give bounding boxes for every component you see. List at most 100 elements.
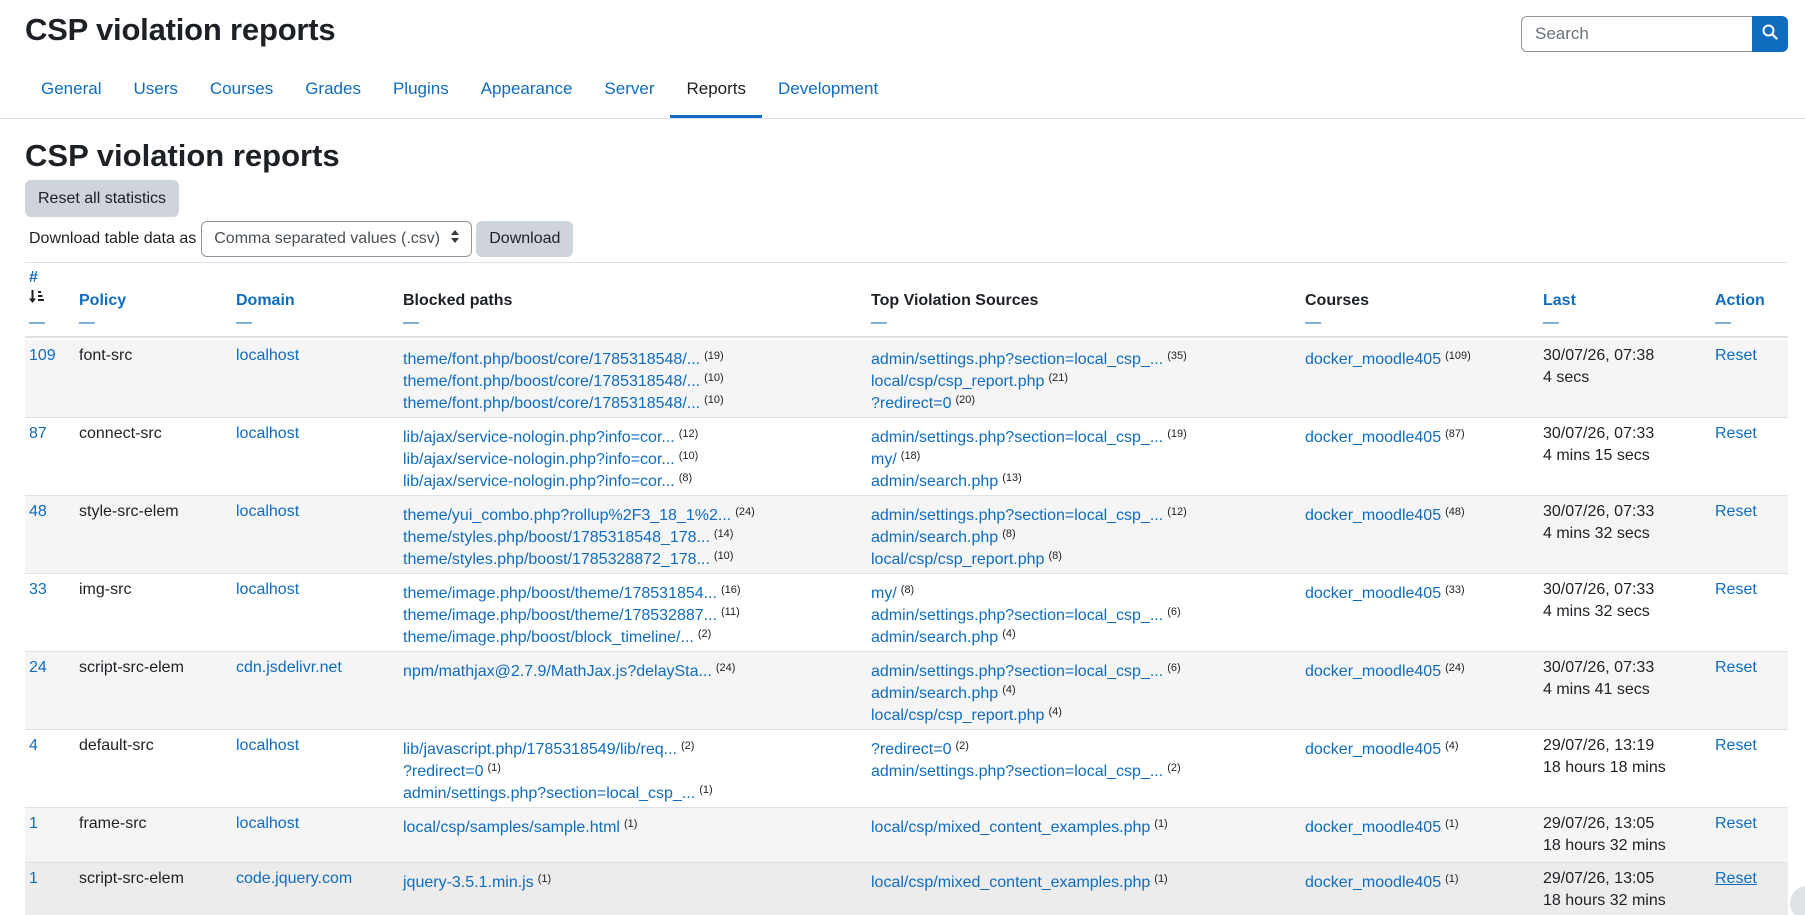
last-sort-link[interactable]: Last [1543, 292, 1576, 310]
blocked-path-link[interactable]: jquery-3.5.1.min.js [403, 874, 534, 891]
domain-link[interactable]: localhost [236, 581, 299, 598]
sort-descending-icon[interactable] [29, 290, 45, 309]
tab-reports[interactable]: Reports [670, 65, 762, 118]
domain-link[interactable]: localhost [236, 737, 299, 754]
tab-users[interactable]: Users [117, 65, 193, 118]
collapse-count-column[interactable]: — [29, 314, 45, 332]
search-button[interactable] [1752, 16, 1788, 52]
collapse-last-column[interactable]: — [1543, 314, 1559, 332]
reset-button[interactable]: Reset [1715, 503, 1757, 520]
action-sort-link[interactable]: Action [1715, 292, 1765, 310]
blocked-path-link[interactable]: ?redirect=0 [403, 763, 484, 780]
reset-button[interactable]: Reset [1715, 581, 1757, 598]
domain-link[interactable]: localhost [236, 815, 299, 832]
collapse-sources-column[interactable]: — [871, 314, 887, 332]
course-link[interactable]: docker_moodle405 [1305, 351, 1441, 368]
violation-count-link[interactable]: 87 [29, 425, 47, 442]
blocked-path-link[interactable]: theme/font.php/boost/core/1785318548/... [403, 395, 700, 412]
blocked-path-link[interactable]: admin/settings.php?section=local_csp_... [403, 785, 695, 802]
tab-development[interactable]: Development [762, 65, 894, 118]
violation-count-link[interactable]: 1 [29, 815, 38, 832]
collapse-courses-column[interactable]: — [1305, 314, 1321, 332]
violation-count-link[interactable]: 109 [29, 347, 56, 364]
violation-source-link[interactable]: admin/settings.php?section=local_csp_... [871, 763, 1163, 780]
tab-grades[interactable]: Grades [289, 65, 377, 118]
search-input[interactable] [1521, 16, 1752, 52]
violation-source-link[interactable]: admin/search.php [871, 685, 998, 702]
reset-button[interactable]: Reset [1715, 659, 1757, 676]
collapse-blocked-paths-column[interactable]: — [403, 314, 419, 332]
course-link[interactable]: docker_moodle405 [1305, 507, 1441, 524]
blocked-path-link[interactable]: local/csp/samples/sample.html [403, 819, 620, 836]
blocked-path-link[interactable]: theme/font.php/boost/core/1785318548/... [403, 351, 700, 368]
violation-source-link[interactable]: local/csp/mixed_content_examples.php [871, 819, 1150, 836]
violation-count-link[interactable]: 1 [29, 870, 38, 887]
violation-source-link[interactable]: my/ [871, 585, 897, 602]
blocked-path-link[interactable]: lib/javascript.php/1785318549/lib/req... [403, 741, 677, 758]
course-link[interactable]: docker_moodle405 [1305, 663, 1441, 680]
blocked-path-link[interactable]: theme/styles.php/boost/1785328872_178... [403, 551, 710, 568]
tab-courses[interactable]: Courses [194, 65, 289, 118]
blocked-path-link[interactable]: lib/ajax/service-nologin.php?info=cor... [403, 473, 675, 490]
blocked-path-link[interactable]: lib/ajax/service-nologin.php?info=cor... [403, 451, 675, 468]
violation-source-link[interactable]: admin/search.php [871, 529, 998, 546]
policy-sort-link[interactable]: Policy [79, 292, 126, 310]
reset-button[interactable]: Reset [1715, 347, 1757, 364]
course-link[interactable]: docker_moodle405 [1305, 741, 1441, 758]
blocked-path-link[interactable]: theme/yui_combo.php?rollup%2F3_18_1%2... [403, 507, 731, 524]
tab-server[interactable]: Server [588, 65, 670, 118]
tab-appearance[interactable]: Appearance [465, 65, 589, 118]
collapse-action-column[interactable]: — [1715, 314, 1731, 332]
domain-sort-link[interactable]: Domain [236, 292, 295, 310]
domain-link[interactable]: code.jquery.com [236, 870, 352, 887]
blocked-path-link[interactable]: lib/ajax/service-nologin.php?info=cor... [403, 429, 675, 446]
blocked-path-link[interactable]: theme/image.php/boost/theme/178531854... [403, 585, 717, 602]
reset-button[interactable]: Reset [1715, 870, 1757, 887]
blocked-path-link[interactable]: theme/image.php/boost/block_timeline/... [403, 629, 694, 646]
collapse-domain-column[interactable]: — [236, 314, 252, 332]
download-format-select[interactable]: Comma separated values (.csv) [201, 221, 473, 257]
violation-count-link[interactable]: 4 [29, 737, 38, 754]
reset-button[interactable]: Reset [1715, 425, 1757, 442]
violation-source-link[interactable]: admin/settings.php?section=local_csp_... [871, 607, 1163, 624]
violation-source-link[interactable]: admin/search.php [871, 473, 998, 490]
download-button[interactable]: Download [476, 221, 574, 257]
violation-source-link[interactable]: my/ [871, 451, 897, 468]
violation-source-link[interactable]: admin/settings.php?section=local_csp_... [871, 351, 1163, 368]
domain-link[interactable]: cdn.jsdelivr.net [236, 659, 342, 676]
violation-source-link[interactable]: local/csp/csp_report.php [871, 373, 1044, 390]
reset-button[interactable]: Reset [1715, 815, 1757, 832]
policy-name: img-src [79, 581, 132, 598]
blocked-path-link[interactable]: npm/mathjax@2.7.9/MathJax.js?delaySta... [403, 663, 712, 680]
course-link[interactable]: docker_moodle405 [1305, 874, 1441, 891]
violation-source-link[interactable]: admin/settings.php?section=local_csp_... [871, 663, 1163, 680]
blocked-path-link[interactable]: theme/image.php/boost/theme/178532887... [403, 607, 717, 624]
violation-source-link[interactable]: local/csp/csp_report.php [871, 707, 1044, 724]
count-sort-link[interactable]: # [29, 269, 38, 287]
violation-count-link[interactable]: 33 [29, 581, 47, 598]
reset-button[interactable]: Reset [1715, 737, 1757, 754]
violation-source-link[interactable]: admin/settings.php?section=local_csp_... [871, 507, 1163, 524]
course-link[interactable]: docker_moodle405 [1305, 819, 1441, 836]
tab-plugins[interactable]: Plugins [377, 65, 465, 118]
tab-general[interactable]: General [25, 65, 117, 118]
violation-source-line: ?redirect=0 (20) [871, 389, 1187, 412]
domain-link[interactable]: localhost [236, 503, 299, 520]
reset-all-statistics-button[interactable]: Reset all statistics [25, 180, 180, 217]
violation-count-link[interactable]: 24 [29, 659, 47, 676]
violation-source-link[interactable]: admin/search.php [871, 629, 998, 646]
violation-source-link[interactable]: admin/settings.php?section=local_csp_... [871, 429, 1163, 446]
course-link[interactable]: docker_moodle405 [1305, 429, 1441, 446]
collapse-policy-column[interactable]: — [79, 314, 95, 332]
violation-source-link[interactable]: local/csp/mixed_content_examples.php [871, 874, 1150, 891]
domain-link[interactable]: localhost [236, 347, 299, 364]
violation-source-link[interactable]: ?redirect=0 [871, 741, 952, 758]
blocked-path-link[interactable]: theme/font.php/boost/core/1785318548/... [403, 373, 700, 390]
scroll-to-top-button[interactable] [1790, 886, 1805, 915]
violation-source-link[interactable]: ?redirect=0 [871, 395, 952, 412]
violation-count-link[interactable]: 48 [29, 503, 47, 520]
blocked-path-link[interactable]: theme/styles.php/boost/1785318548_178... [403, 529, 710, 546]
course-link[interactable]: docker_moodle405 [1305, 585, 1441, 602]
violation-source-link[interactable]: local/csp/csp_report.php [871, 551, 1044, 568]
domain-link[interactable]: localhost [236, 425, 299, 442]
